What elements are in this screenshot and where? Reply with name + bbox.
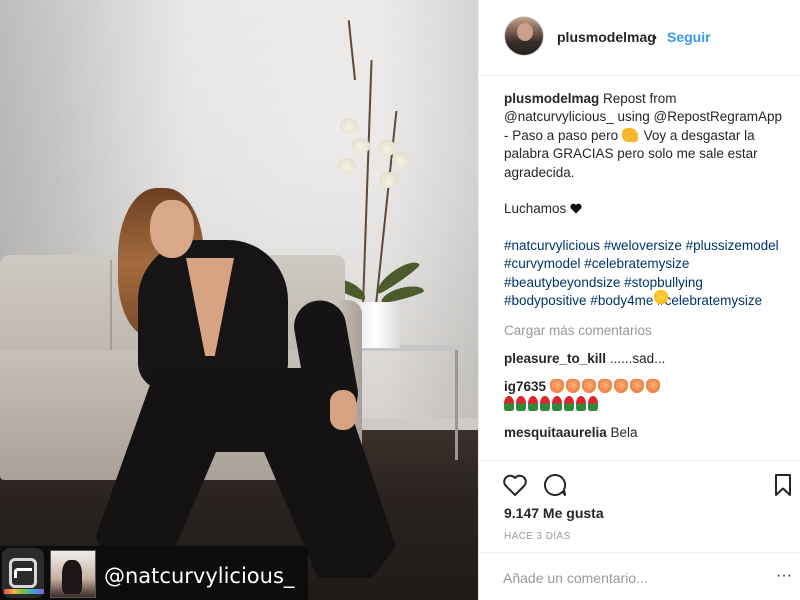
muscle-emoji	[621, 127, 638, 142]
likes-count[interactable]: 9.147 Me gusta	[504, 504, 604, 522]
heart-icon[interactable]	[501, 471, 529, 499]
post-header: plusmodelmag • Seguir	[479, 0, 800, 76]
rose-emoji	[588, 396, 598, 412]
photo-person-hand	[330, 390, 356, 430]
repost-arrow-icon	[14, 568, 32, 578]
caption-hashtags[interactable]: #natcurvylicious #weloversize #plussizem…	[504, 237, 786, 311]
header-separator: •	[652, 29, 657, 45]
sofa-seam	[110, 260, 112, 360]
add-comment-input[interactable]	[503, 567, 753, 589]
fox-emoji	[565, 379, 580, 394]
comment-item: mesquitaaurelia Bela	[504, 424, 786, 442]
comment-item: ig7635	[504, 290, 786, 414]
comment-text: ......sad...	[606, 351, 666, 367]
rose-emoji	[540, 396, 550, 412]
comment-username[interactable]: pleasure_to_kill	[504, 351, 606, 366]
fox-emoji	[613, 379, 628, 394]
post-photo[interactable]: @natcurvylicious_	[0, 0, 478, 600]
comment-icon[interactable]	[541, 471, 569, 499]
caption: plusmodelmag Repost from @natcurvyliciou…	[504, 90, 786, 219]
fox-emoji	[597, 379, 612, 394]
photo-table-leg	[455, 350, 458, 460]
rose-emoji	[504, 396, 514, 412]
orchid-flower	[340, 118, 358, 134]
fox-emoji	[581, 379, 596, 394]
repost-color-strip	[4, 589, 44, 594]
follow-button[interactable]: Seguir	[667, 28, 711, 46]
caption-username[interactable]: plusmodelmag	[504, 91, 599, 106]
orchid-flower	[352, 138, 370, 154]
post-timestamp[interactable]: HACE 3 DÍAS	[504, 530, 571, 544]
comment-username[interactable]: mesquitaaurelia	[504, 425, 607, 440]
rose-emoji	[552, 396, 562, 412]
rose-emoji	[528, 396, 538, 412]
comment-item: pleasure_to_kill ......sad...	[504, 350, 786, 368]
orchid-flower	[392, 152, 410, 168]
header-username[interactable]: plusmodelmag	[557, 28, 656, 46]
bookmark-icon[interactable]	[769, 471, 797, 499]
fox-emoji	[645, 379, 660, 394]
fox-emoji	[549, 379, 564, 394]
photo-person-face	[150, 200, 194, 258]
repost-handle: @natcurvylicious_	[104, 564, 295, 588]
more-options-icon[interactable]: ···	[775, 567, 793, 587]
post-actions	[479, 460, 800, 506]
black-heart-emoji	[570, 204, 582, 214]
orchid-flower	[380, 172, 398, 188]
load-more-comments-button[interactable]: Cargar más comentarios	[504, 322, 786, 340]
post-sidebar: plusmodelmag • Seguir plusmodelmag Repos…	[478, 0, 800, 600]
orchid-flower	[338, 158, 356, 174]
repost-thumbnail-figure	[62, 560, 82, 594]
rose-emoji	[564, 396, 574, 412]
rose-emoji	[516, 396, 526, 412]
fox-emoji	[629, 379, 644, 394]
comment-text: Bela	[606, 425, 638, 441]
face-emoji	[654, 290, 668, 304]
orchid-flower	[378, 140, 396, 156]
avatar[interactable]	[504, 16, 544, 56]
add-comment-section: ···	[479, 552, 800, 600]
comment-username[interactable]: ig7635	[504, 379, 546, 394]
comments-scroll-fade	[504, 450, 786, 458]
avatar-face	[517, 23, 533, 41]
comments-list[interactable]: plusmodelmag Repost from @natcurvyliciou…	[504, 90, 786, 458]
rose-emoji	[576, 396, 586, 412]
